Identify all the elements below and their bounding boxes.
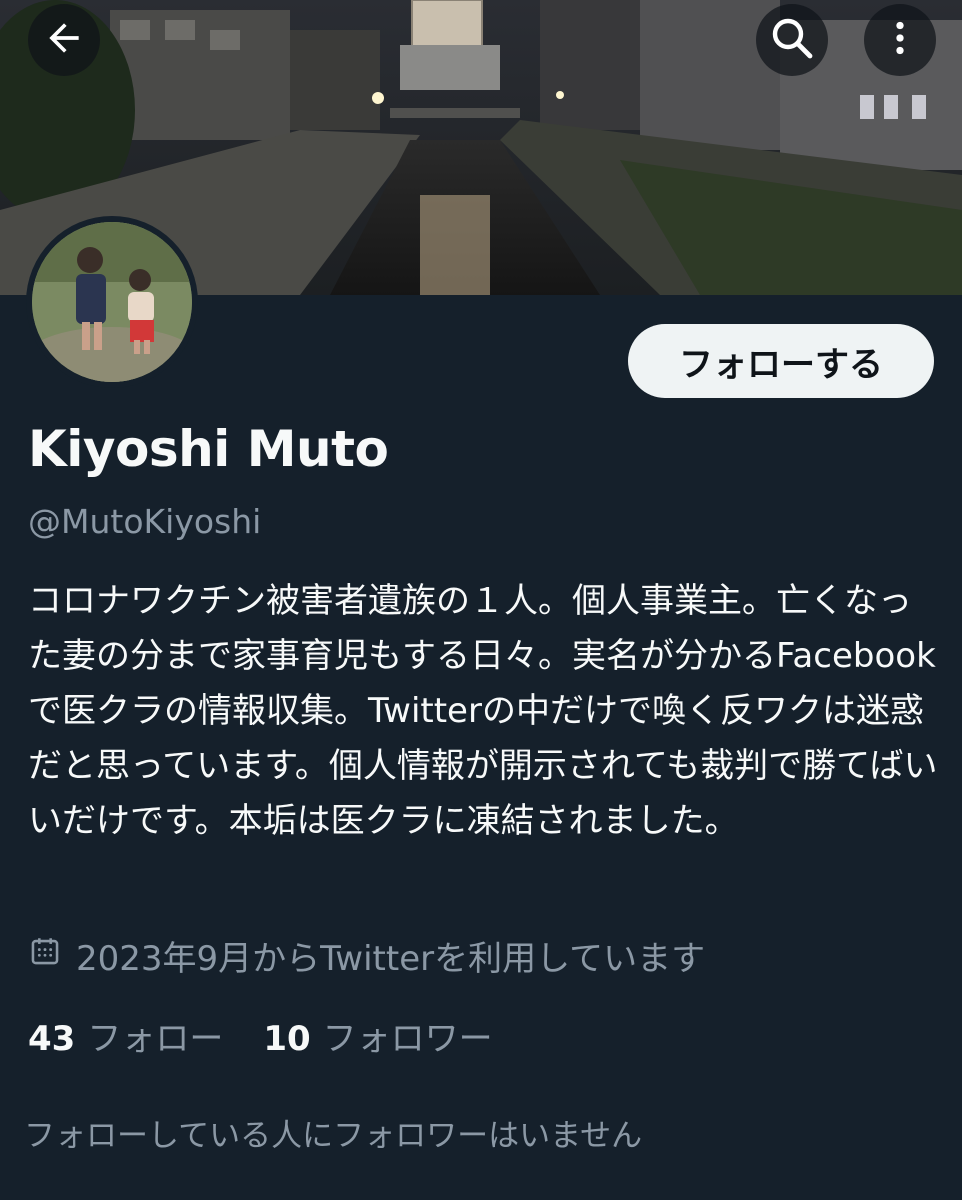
joined-text: 2023年9月からTwitterを利用しています xyxy=(76,938,706,979)
followers-count: 10 xyxy=(263,1018,311,1059)
search-button[interactable] xyxy=(756,4,828,76)
mutual-followers-note: フォローしている人にフォロワーはいません xyxy=(24,1118,643,1154)
following-link[interactable]: 43 フォロー xyxy=(28,1011,223,1060)
avatar-frame[interactable] xyxy=(26,216,198,388)
display-name: Kiyoshi Muto xyxy=(28,420,389,478)
more-vertical-icon xyxy=(880,18,920,62)
following-label: フォロー xyxy=(87,1018,224,1059)
user-handle: @MutoKiyoshi xyxy=(28,502,262,541)
more-options-button[interactable] xyxy=(864,4,936,76)
arrow-left-icon xyxy=(42,16,86,64)
calendar-icon xyxy=(28,934,76,977)
following-count: 43 xyxy=(28,1018,76,1059)
joined-date: 2023年9月からTwitterを利用しています xyxy=(28,930,705,980)
profile-bio: コロナワクチン被害者遺族の１人。個人事業主。亡くなった妻の分まで家事育児もする日… xyxy=(28,581,938,841)
avatar xyxy=(32,222,192,382)
follow-stats: 43 フォロー 10 フォロワー xyxy=(28,1010,533,1060)
follow-button[interactable]: フォローする xyxy=(628,324,934,398)
back-button[interactable] xyxy=(28,4,100,76)
followers-label: フォロワー xyxy=(322,1018,493,1059)
followers-link[interactable]: 10 フォロワー xyxy=(263,1011,492,1060)
search-icon xyxy=(768,14,816,66)
